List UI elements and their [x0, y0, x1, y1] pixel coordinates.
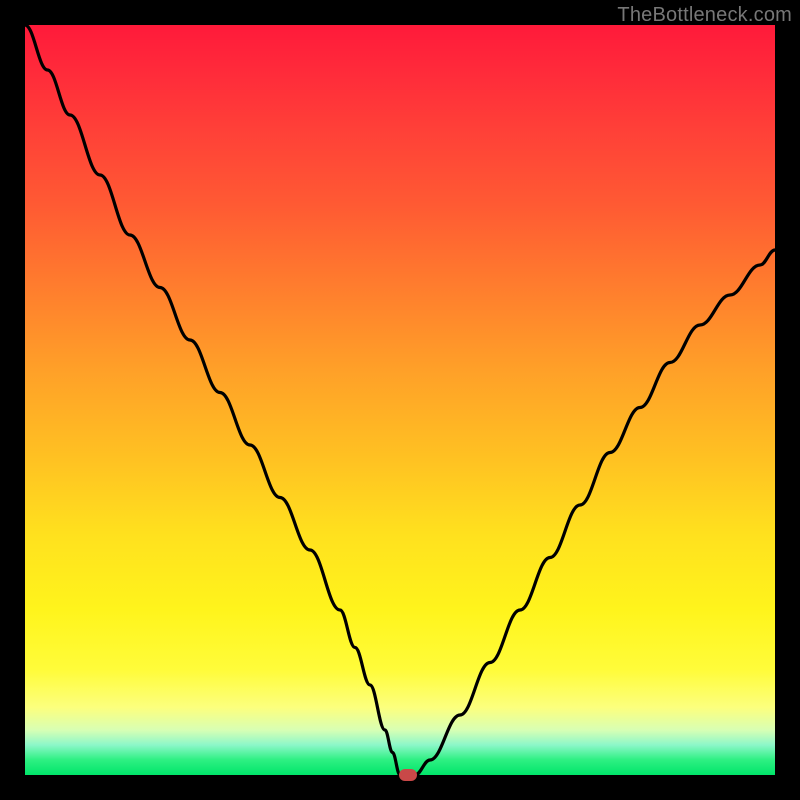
- chart-stage: TheBottleneck.com: [0, 0, 800, 800]
- plot-area: [25, 25, 775, 775]
- trough-marker: [399, 769, 417, 781]
- watermark-text: TheBottleneck.com: [617, 4, 792, 27]
- bottleneck-curve: [25, 25, 775, 775]
